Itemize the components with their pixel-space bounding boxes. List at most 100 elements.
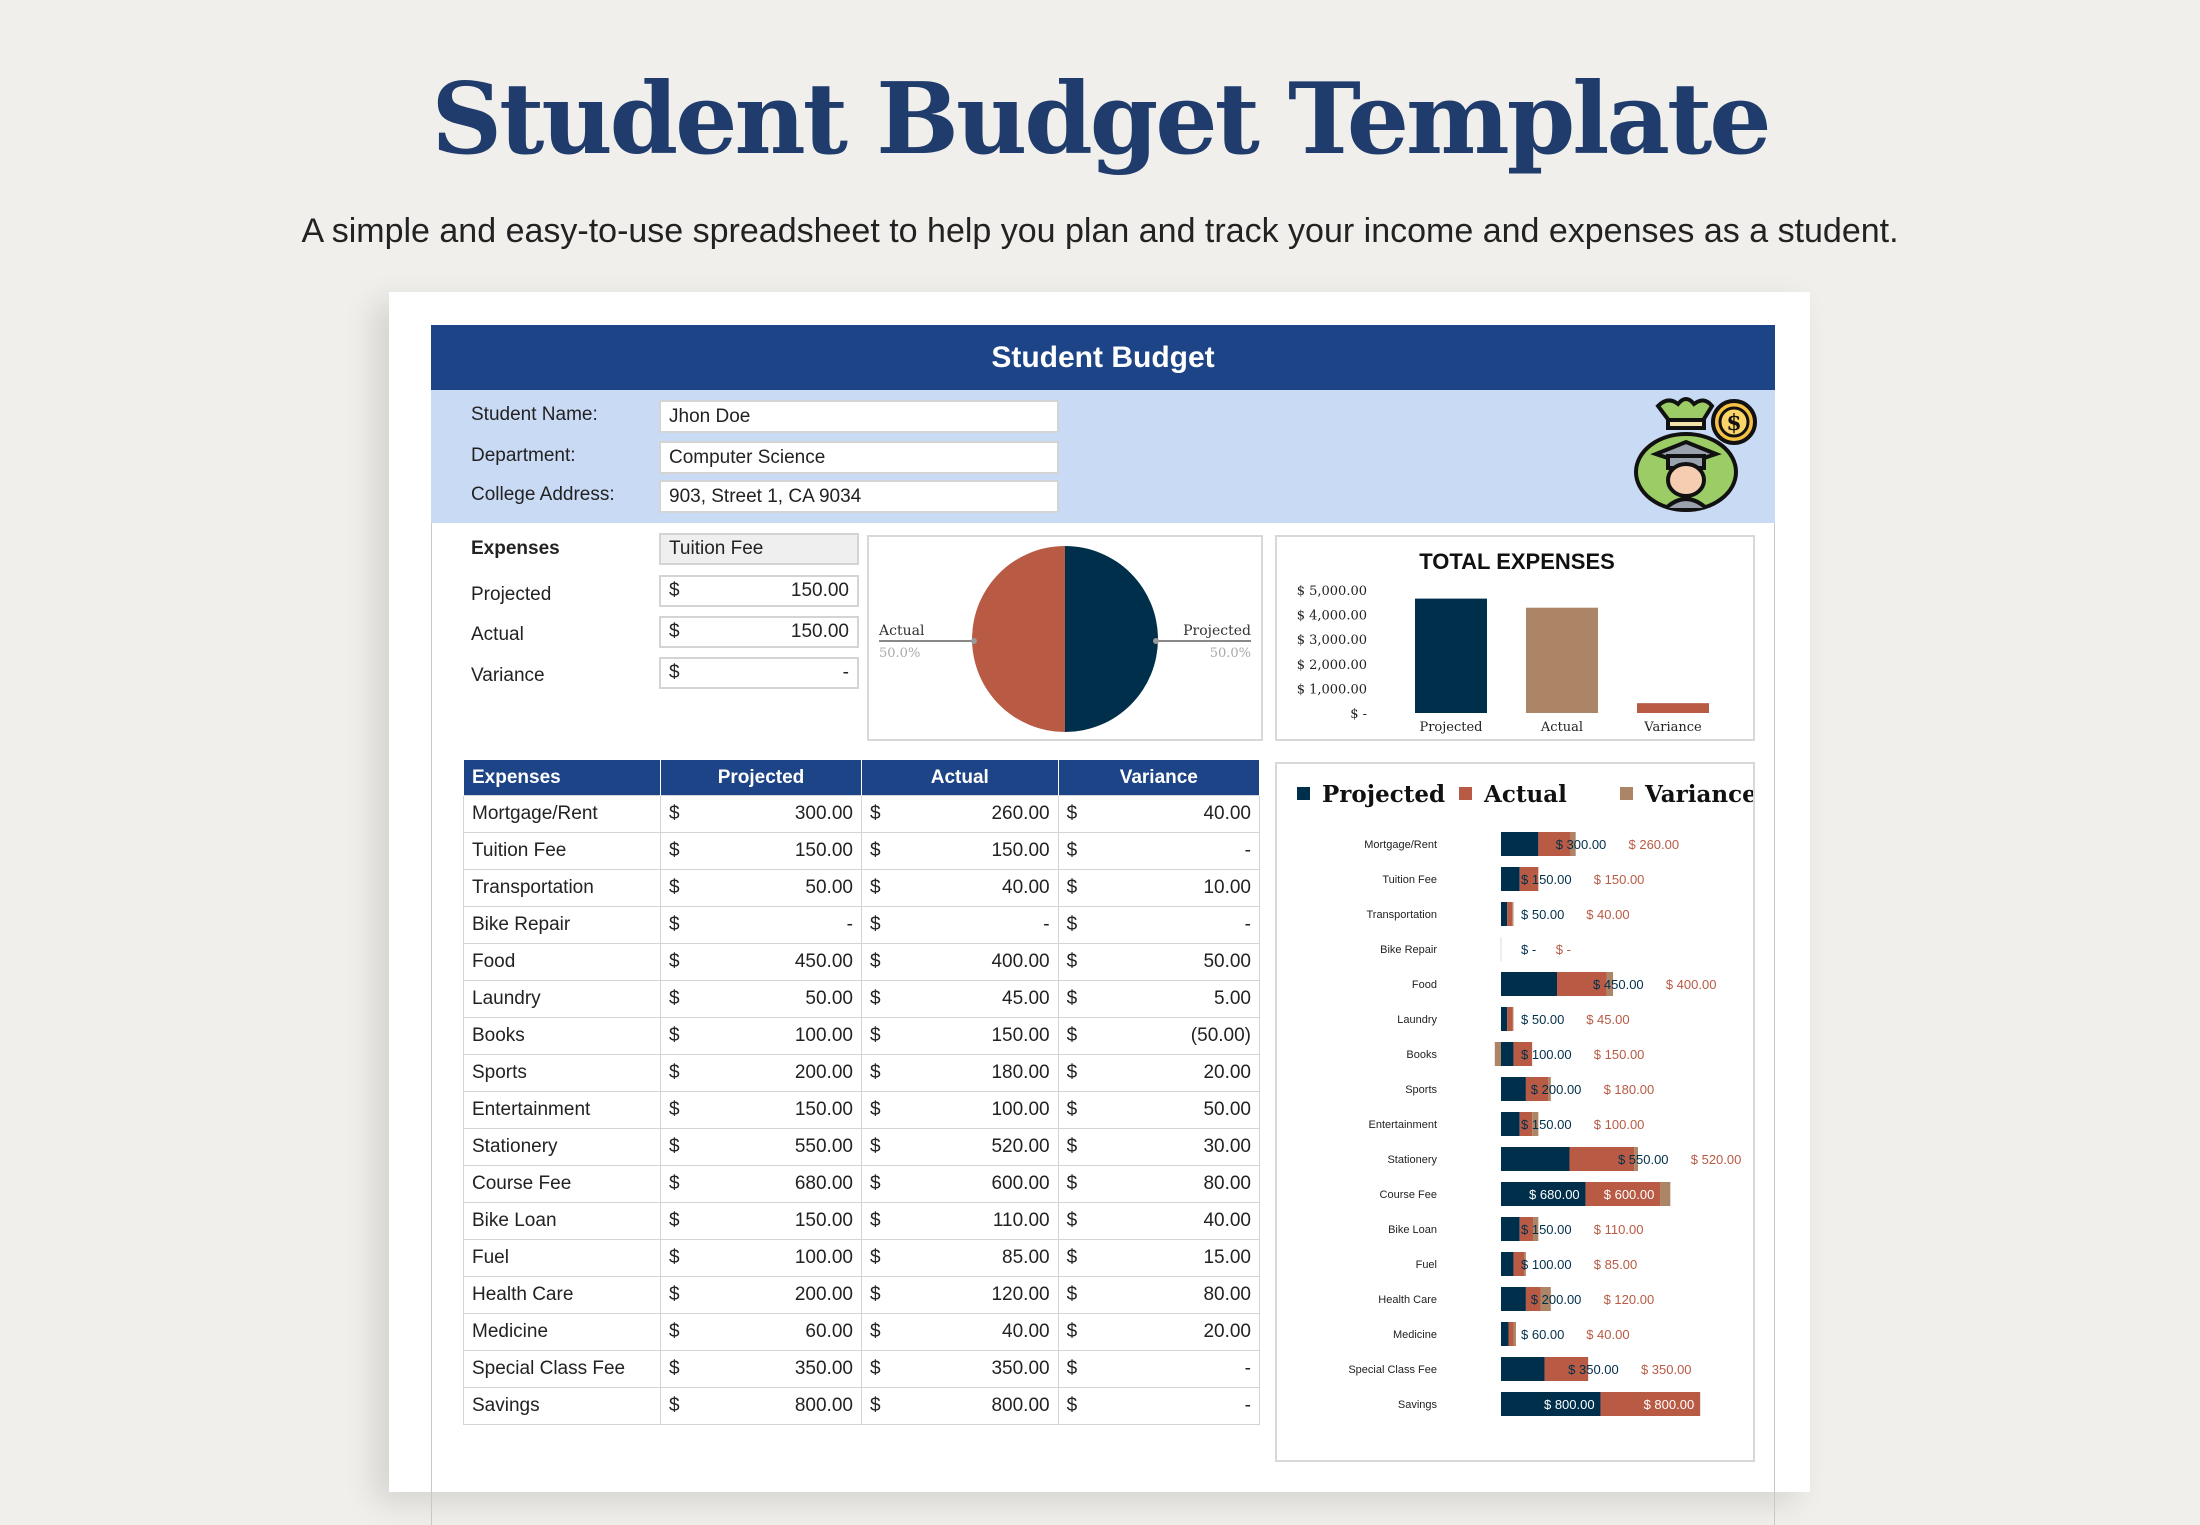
actual-cell[interactable]: $350.00: [860, 1350, 1059, 1388]
table-row: Special Class Fee $350.00 $350.00 $ -: [463, 1350, 1261, 1388]
variance-cell[interactable]: $ (50.00): [1057, 1017, 1261, 1055]
actual-cell[interactable]: $520.00: [860, 1128, 1059, 1166]
variance-cell[interactable]: $ -: [1057, 906, 1261, 944]
projected-value-label: $ 800.00: [1544, 1397, 1595, 1412]
actual-cell[interactable]: $110.00: [860, 1202, 1059, 1240]
student-name-field[interactable]: Jhon Doe: [659, 400, 1059, 433]
actual-cell[interactable]: $45.00: [860, 980, 1059, 1018]
currency-symbol: $: [869, 1358, 881, 1379]
expense-name-cell[interactable]: Laundry: [463, 980, 661, 1018]
actual-cell[interactable]: $150.00: [860, 832, 1059, 870]
variance-cell[interactable]: $80.00: [1057, 1165, 1261, 1203]
expenses-table: Expenses Projected Actual Variance Mortg…: [463, 759, 1261, 1425]
projected-cell[interactable]: $50.00: [660, 980, 862, 1018]
currency-symbol: $: [669, 840, 680, 861]
expense-name-cell[interactable]: Mortgage/Rent: [463, 795, 661, 833]
projected-cell[interactable]: $150.00: [660, 1091, 862, 1129]
projected-cell[interactable]: $550.00: [660, 1128, 862, 1166]
variance-cell[interactable]: $ -: [1057, 1350, 1261, 1388]
variance-cell[interactable]: $15.00: [1057, 1239, 1261, 1277]
projected-cell[interactable]: $680.00: [660, 1165, 862, 1203]
department-field[interactable]: Computer Science: [659, 441, 1059, 474]
variance-cell[interactable]: $5.00: [1057, 980, 1261, 1018]
actual-cell[interactable]: $180.00: [860, 1054, 1059, 1092]
projected-cell[interactable]: $350.00: [660, 1350, 862, 1388]
currency-symbol: $: [1066, 803, 1078, 824]
expense-name-cell[interactable]: Transportation: [463, 869, 661, 907]
variance-cell[interactable]: $30.00: [1057, 1128, 1261, 1166]
expense-name-cell[interactable]: Bike Loan: [463, 1202, 661, 1240]
amount: 350.00: [991, 1358, 1050, 1379]
page-title: Student Budget Template: [431, 62, 1771, 177]
projected-cell[interactable]: $300.00: [660, 795, 862, 833]
actual-cell[interactable]: $85.00: [860, 1239, 1059, 1277]
actual-cell[interactable]: $120.00: [860, 1276, 1059, 1314]
projected-cell[interactable]: $800.00: [660, 1387, 862, 1425]
bar-variance: [1494, 1042, 1501, 1066]
actual-cell[interactable]: $260.00: [860, 795, 1059, 833]
variance-cell[interactable]: $50.00: [1057, 943, 1261, 981]
amount: 120.00: [991, 1284, 1050, 1305]
amount: 100.00: [794, 1247, 853, 1268]
actual-cell[interactable]: $150.00: [860, 1017, 1059, 1055]
expense-name-cell[interactable]: Special Class Fee: [463, 1350, 661, 1388]
projected-cell[interactable]: $ -: [660, 906, 862, 944]
expense-name-cell[interactable]: Food: [463, 943, 661, 981]
projected-cell[interactable]: $450.00: [660, 943, 862, 981]
amount: 450.00: [794, 951, 853, 972]
expense-name-cell[interactable]: Entertainment: [463, 1091, 661, 1129]
expense-name-cell[interactable]: Sports: [463, 1054, 661, 1092]
table-row: Bike Repair $ - $ - $ -: [463, 906, 1261, 944]
category-label: Transportation: [1366, 909, 1437, 921]
projected-cell[interactable]: $200.00: [660, 1054, 862, 1092]
amount: 520.00: [991, 1136, 1050, 1157]
actual-cell[interactable]: $400.00: [860, 943, 1059, 981]
projected-cell[interactable]: $150.00: [660, 832, 862, 870]
expense-name-cell[interactable]: Savings: [463, 1387, 661, 1425]
expense-name-cell[interactable]: Fuel: [463, 1239, 661, 1277]
actual-value-label: $ 800.00: [1644, 1397, 1695, 1412]
actual-cell[interactable]: $800.00: [860, 1387, 1059, 1425]
actual-cell[interactable]: $ -: [860, 906, 1059, 944]
currency-symbol: $: [669, 1395, 680, 1416]
actual-cell[interactable]: $40.00: [860, 1313, 1059, 1351]
variance-cell[interactable]: $ -: [1057, 1387, 1261, 1425]
college-address-field[interactable]: 903, Street 1, CA 9034: [659, 480, 1059, 513]
amount: -: [1244, 1395, 1251, 1416]
projected-cell[interactable]: $50.00: [660, 869, 862, 907]
variance-cell[interactable]: $50.00: [1057, 1091, 1261, 1129]
expense-name-cell[interactable]: Books: [463, 1017, 661, 1055]
chart-title: TOTAL EXPENSES: [1419, 549, 1615, 574]
variance-cell[interactable]: $20.00: [1057, 1313, 1261, 1351]
pie-slice-actual: [972, 546, 1065, 732]
actual-cell[interactable]: $600.00: [860, 1165, 1059, 1203]
variance-cell[interactable]: $80.00: [1057, 1276, 1261, 1314]
variance-cell[interactable]: $40.00: [1057, 1202, 1261, 1240]
projected-cell[interactable]: $200.00: [660, 1276, 862, 1314]
expense-selector-dropdown[interactable]: Tuition Fee: [659, 533, 859, 565]
table-row: Food $450.00 $400.00 $50.00: [463, 943, 1261, 981]
amount: 100.00: [794, 1025, 853, 1046]
actual-cell[interactable]: $40.00: [860, 869, 1059, 907]
variance-cell[interactable]: $10.00: [1057, 869, 1261, 907]
actual-cell[interactable]: $100.00: [860, 1091, 1059, 1129]
projected-cell[interactable]: $60.00: [660, 1313, 862, 1351]
expense-name-cell[interactable]: Tuition Fee: [463, 832, 661, 870]
expense-name-cell[interactable]: Stationery: [463, 1128, 661, 1166]
projected-cell[interactable]: $100.00: [660, 1017, 862, 1055]
column-header-expenses: Expenses: [463, 759, 661, 796]
variance-cell[interactable]: $20.00: [1057, 1054, 1261, 1092]
variance-cell[interactable]: $40.00: [1057, 795, 1261, 833]
expense-name-cell[interactable]: Medicine: [463, 1313, 661, 1351]
currency-symbol: $: [869, 988, 881, 1009]
expense-name-cell[interactable]: Course Fee: [463, 1165, 661, 1203]
currency-symbol: $: [669, 1136, 680, 1157]
bar-projected: [1501, 832, 1539, 856]
expense-name-cell[interactable]: Bike Repair: [463, 906, 661, 944]
variance-cell[interactable]: $ -: [1057, 832, 1261, 870]
pie-label-actual: Actual: [878, 623, 925, 639]
expense-name-cell[interactable]: Health Care: [463, 1276, 661, 1314]
amount: 100.00: [991, 1099, 1050, 1120]
projected-cell[interactable]: $100.00: [660, 1239, 862, 1277]
projected-cell[interactable]: $150.00: [660, 1202, 862, 1240]
